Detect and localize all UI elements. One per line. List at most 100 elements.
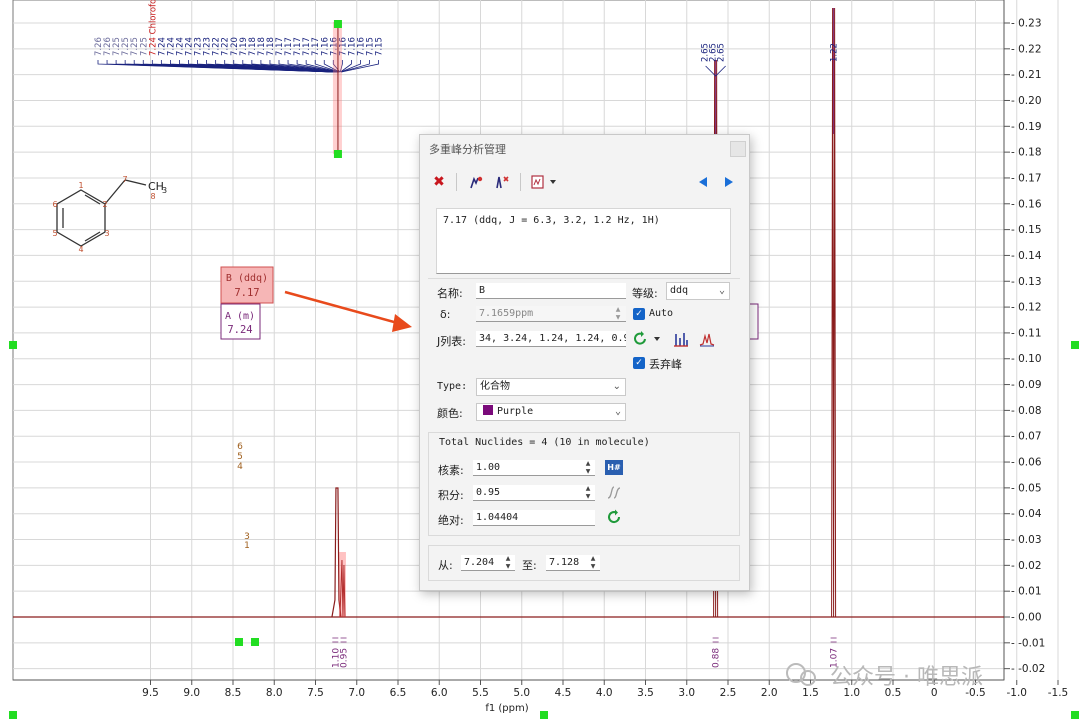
red-x-icon[interactable]: ✖ bbox=[430, 172, 448, 192]
x-tick-label: 1.5 bbox=[802, 687, 819, 699]
discard-checkbox[interactable]: ✓ bbox=[633, 357, 645, 369]
color-select-value: Purple bbox=[497, 406, 534, 417]
atom-number: 8 bbox=[150, 192, 155, 201]
report-dropdown-icon[interactable] bbox=[530, 172, 560, 192]
fit-peaks-icon[interactable] bbox=[699, 331, 715, 347]
atom-number: 5 bbox=[52, 229, 57, 238]
multiplet-report-text: 7.17 (ddq, J = 6.3, 3.2, 1.2 Hz, 1H) bbox=[443, 215, 660, 226]
dialog-toolbar: ✖ bbox=[426, 171, 742, 195]
color-swatch bbox=[483, 405, 493, 415]
y-tick-label: - 0.01 bbox=[1011, 586, 1042, 598]
chevron-down-icon: ⌄ bbox=[718, 285, 725, 296]
chevron-down-icon: ⌄ bbox=[614, 406, 621, 417]
dialog-title: 多重峰分析管理 bbox=[429, 143, 506, 156]
hash-h-icon[interactable]: H# bbox=[605, 460, 623, 475]
absolute-label: 绝对: bbox=[438, 514, 464, 527]
y-tick-label: - 0.14 bbox=[1011, 250, 1042, 262]
y-tick-label: - 0.05 bbox=[1011, 482, 1042, 494]
to-spinner[interactable]: ▲ ▼ bbox=[588, 555, 598, 571]
watermark-text: 公众号 · 唯思派 bbox=[830, 665, 983, 690]
jlist-input[interactable]: 34, 3.24, 1.24, 1.24, 0.95 bbox=[476, 331, 626, 347]
multiplet-report-textarea[interactable]: 7.17 (ddq, J = 6.3, 3.2, 1.2 Hz, 1H) bbox=[436, 208, 731, 274]
y-tick-label: - 0.13 bbox=[1011, 276, 1042, 288]
delta-label: δ: bbox=[440, 308, 451, 321]
y-tick-label: - -0.02 bbox=[1011, 663, 1045, 675]
y-tick-label: - 0.03 bbox=[1011, 534, 1042, 546]
y-tick-label: - 0.17 bbox=[1011, 172, 1042, 184]
delta-input[interactable]: 7.1659ppm bbox=[476, 306, 626, 322]
integral-label: 积分: bbox=[438, 489, 464, 502]
y-tick-label: - 0.12 bbox=[1011, 302, 1042, 314]
name-input[interactable]: B bbox=[476, 283, 626, 299]
resize-handle-bottom-left[interactable] bbox=[9, 711, 17, 719]
multiplet-manager-dialog[interactable]: 多重峰分析管理 ✖ 7.17 (ddq, J = 6.3, 3.2, 1.2 H… bbox=[419, 134, 750, 591]
atom-number: 3 bbox=[104, 229, 109, 238]
y-tick-label: - 0.07 bbox=[1011, 431, 1042, 443]
multiplet-b-shift: 7.17 bbox=[234, 287, 259, 299]
callout-arrowhead bbox=[392, 314, 412, 332]
from-spinner[interactable]: ▲ ▼ bbox=[503, 555, 513, 571]
nuclei-input[interactable]: 1.00 bbox=[473, 460, 595, 476]
x-tick-label: 3.0 bbox=[678, 687, 695, 699]
y-tick-label: - 0.16 bbox=[1011, 198, 1042, 210]
x-tick-label: -1.5 bbox=[1048, 687, 1069, 699]
resize-handle-bottom-mid[interactable] bbox=[540, 711, 548, 719]
auto-label: Auto bbox=[649, 308, 674, 319]
y-tick-label: - 0.11 bbox=[1011, 327, 1042, 339]
refresh-dropdown-icon[interactable] bbox=[634, 331, 664, 347]
color-select[interactable]: Purple ⌄ bbox=[476, 403, 626, 421]
toolbar-separator bbox=[456, 173, 457, 191]
integral-input[interactable]: 0.95 bbox=[473, 485, 595, 501]
resize-handle-bottom-right[interactable] bbox=[1071, 711, 1079, 719]
atom-label-a: 5 bbox=[237, 452, 243, 462]
atom-label-a: 6 bbox=[237, 442, 243, 452]
multiplet-b-title: B (ddq) bbox=[226, 273, 268, 284]
type-select-value: 化合物 bbox=[480, 381, 510, 392]
arrow-left-icon[interactable] bbox=[694, 172, 712, 192]
class-select[interactable]: ddq ⌄ bbox=[666, 282, 730, 300]
top-peak-label: 7.15 bbox=[375, 37, 385, 56]
y-tick-label: - 0.21 bbox=[1011, 69, 1042, 81]
type-select[interactable]: 化合物 ⌄ bbox=[476, 378, 626, 396]
resize-handle-left[interactable] bbox=[9, 341, 17, 349]
type-label: Type: bbox=[437, 381, 468, 392]
x-tick-label: 2.0 bbox=[761, 687, 778, 699]
x-tick-label: 5.0 bbox=[513, 687, 530, 699]
benzene-ring bbox=[56, 189, 106, 247]
y-tick-label: - 0.00 bbox=[1011, 612, 1042, 624]
auto-checkbox[interactable]: ✓ bbox=[633, 308, 645, 320]
callout-arrow bbox=[284, 290, 406, 327]
multiplet-a-shift: 7.24 bbox=[227, 324, 252, 336]
ch3-subscript: 3 bbox=[162, 186, 167, 195]
delta-spinner[interactable]: ▲ ▼ bbox=[613, 306, 623, 322]
molecule-structure: CH312345678 bbox=[52, 175, 167, 254]
atom-number: 1 bbox=[78, 181, 83, 190]
manual-peak-icon[interactable] bbox=[466, 172, 486, 192]
stick-spectrum-icon[interactable] bbox=[673, 331, 689, 347]
x-tick-label: 8.5 bbox=[225, 687, 242, 699]
resize-handle-right[interactable] bbox=[1071, 341, 1079, 349]
integral-curve-icon[interactable] bbox=[606, 484, 622, 500]
discard-label: 丢弃峰 bbox=[649, 358, 682, 371]
x-tick-label: 3.5 bbox=[637, 687, 654, 699]
absolute-input[interactable]: 1.04404 bbox=[473, 510, 595, 526]
integral-mark bbox=[830, 637, 837, 643]
arrow-right-icon[interactable] bbox=[720, 172, 738, 192]
close-button[interactable] bbox=[730, 141, 746, 157]
y-axis: - 0.23 - 0.22 - 0.21 - 0.20 - 0.19 - 0.18 - 0.… bbox=[1003, 0, 1045, 680]
section-divider bbox=[428, 278, 740, 279]
y-tick-label: - 0.18 bbox=[1011, 147, 1042, 159]
ethyl-bond bbox=[124, 179, 147, 186]
y-tick-label: - 0.08 bbox=[1011, 405, 1042, 417]
remove-peak-icon[interactable] bbox=[492, 172, 512, 192]
peak-label-1.22: 1.22 bbox=[830, 43, 840, 62]
from-label: 从: bbox=[438, 559, 453, 572]
nuclei-label: 核素: bbox=[438, 464, 464, 477]
x-tick-label: 8.0 bbox=[266, 687, 283, 699]
refresh-icon[interactable] bbox=[606, 509, 622, 525]
chevron-down-icon: ⌄ bbox=[612, 381, 621, 392]
integral-mark bbox=[712, 637, 719, 643]
nuclei-spinner[interactable]: ▲ ▼ bbox=[583, 460, 593, 476]
range-group: 从: 7.204 ▲ ▼ 至: 7.128 ▲ ▼ bbox=[428, 545, 740, 581]
integral-spinner[interactable]: ▲ ▼ bbox=[583, 485, 593, 501]
